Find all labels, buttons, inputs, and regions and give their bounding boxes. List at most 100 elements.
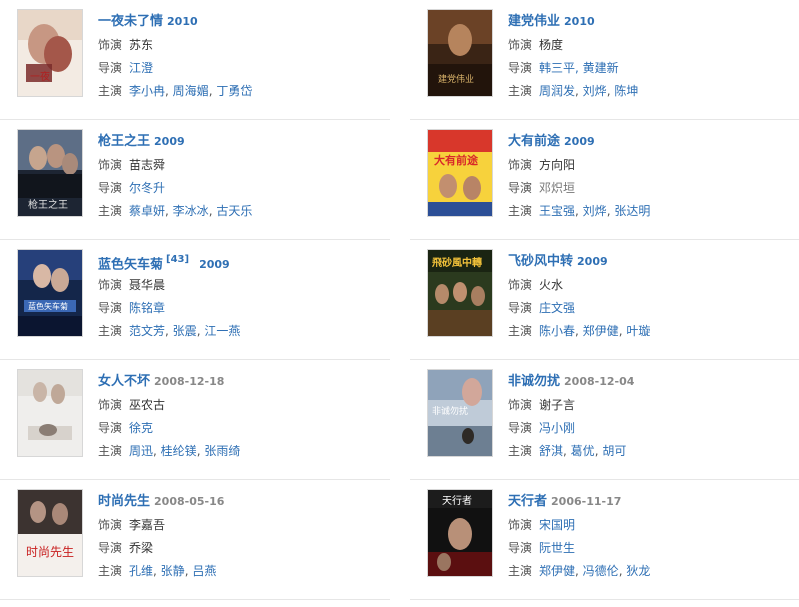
movie-title-link[interactable]: 枪王之王 bbox=[98, 134, 150, 149]
director-label: 导演 bbox=[98, 541, 123, 555]
cast-link[interactable]: 张达明 bbox=[614, 204, 650, 218]
role-link[interactable]: 宋国明 bbox=[539, 518, 575, 532]
movie-poster[interactable]: 非诚勿扰 bbox=[428, 370, 492, 456]
cast-link[interactable]: 冯德伦 bbox=[583, 564, 619, 578]
starring-label: 主演 bbox=[508, 204, 533, 218]
director-label: 导演 bbox=[508, 541, 533, 555]
director-label: 导演 bbox=[508, 421, 533, 435]
poster-image: 大有前途 bbox=[428, 130, 492, 216]
cast-link[interactable]: 叶璇 bbox=[626, 324, 650, 338]
movie-title-link[interactable]: 一夜未了情 bbox=[98, 14, 163, 29]
cast-link[interactable]: 吕燕 bbox=[192, 564, 216, 578]
movie-poster[interactable]: 飛砂風中轉 bbox=[428, 250, 492, 336]
cast-link[interactable]: 郑伊健 bbox=[583, 324, 619, 338]
svg-text:蓝色矢车菊: 蓝色矢车菊 bbox=[28, 301, 68, 311]
director-label: 导演 bbox=[508, 61, 533, 75]
poster-image: 蓝色矢车菊 bbox=[18, 250, 82, 336]
movie-year: 2009 bbox=[577, 255, 608, 268]
movie-title-link[interactable]: 大有前途 bbox=[508, 134, 560, 149]
movie-item: 非诚勿扰 非诚勿扰 2008-12-04 饰演 谢子言 导演 冯小刚 主演 舒淇, 葛优… bbox=[410, 360, 799, 480]
svg-text:建党伟业: 建党伟业 bbox=[438, 73, 474, 85]
cast-link[interactable]: 刘烨 bbox=[583, 204, 607, 218]
cast-link[interactable]: 蔡卓妍 bbox=[129, 204, 165, 218]
starring-label: 主演 bbox=[98, 564, 123, 578]
role-value: 苗志舜 bbox=[129, 158, 166, 172]
movie-title-link[interactable]: 天行者 bbox=[508, 494, 547, 509]
cast-link[interactable]: 陈小春 bbox=[539, 324, 575, 338]
movie-title-link[interactable]: 非诚勿扰 bbox=[508, 374, 560, 389]
svg-text:非诚勿扰: 非诚勿扰 bbox=[432, 405, 468, 417]
role-label: 饰演 bbox=[508, 518, 533, 532]
director-link[interactable]: 徐克 bbox=[129, 421, 153, 435]
role-label: 饰演 bbox=[508, 158, 533, 172]
movie-title-link[interactable]: 飞砂风中转 bbox=[508, 254, 573, 269]
cast-link[interactable]: 王宝强 bbox=[539, 204, 575, 218]
starring-label: 主演 bbox=[98, 204, 123, 218]
movie-poster[interactable]: 蓝色矢车菊 bbox=[18, 250, 82, 336]
role-value: 巫农古 bbox=[129, 398, 166, 412]
cast-link[interactable]: 孔维 bbox=[129, 564, 153, 578]
cast-link[interactable]: 周海媚 bbox=[173, 84, 209, 98]
filmography-left-column: 一夜 一夜未了情 2010 饰演 苏东 导演 江澄 主演 李小冉, 周海媚, 丁勇岱 bbox=[0, 0, 390, 600]
poster-image: 枪王之王 bbox=[18, 130, 82, 216]
director-value: 乔梁 bbox=[129, 541, 154, 555]
director-link[interactable]: 庄文强 bbox=[539, 301, 575, 315]
movie-year: 2009 bbox=[564, 135, 595, 148]
reference-link[interactable]: [43] bbox=[166, 254, 189, 265]
movie-title-link[interactable]: 女人不坏 bbox=[98, 374, 150, 389]
director-link[interactable]: 陈铭章 bbox=[129, 301, 165, 315]
role-value: 杨度 bbox=[539, 38, 564, 52]
cast-link[interactable]: 周迅 bbox=[129, 444, 153, 458]
role-value: 苏东 bbox=[129, 38, 154, 52]
cast-link[interactable]: 陈坤 bbox=[614, 84, 638, 98]
cast-link[interactable]: 张震 bbox=[173, 324, 197, 338]
cast-link[interactable]: 郑伊健 bbox=[539, 564, 575, 578]
role-label: 饰演 bbox=[508, 278, 533, 292]
cast-link[interactable]: 桂纶镁 bbox=[161, 444, 197, 458]
cast-link[interactable]: 古天乐 bbox=[216, 204, 252, 218]
cast-link[interactable]: 周润发 bbox=[539, 84, 575, 98]
cast-link[interactable]: 葛优 bbox=[571, 444, 595, 458]
cast-link[interactable]: 范文芳 bbox=[129, 324, 165, 338]
movie-poster[interactable]: 大有前途 bbox=[428, 130, 492, 216]
cast-link[interactable]: 李小冉 bbox=[129, 84, 165, 98]
starring-label: 主演 bbox=[508, 564, 533, 578]
cast-link[interactable]: 李冰冰 bbox=[173, 204, 209, 218]
director-link[interactable]: 韩三平, 黄建新 bbox=[539, 61, 619, 75]
cast-link[interactable]: 舒淇 bbox=[539, 444, 563, 458]
movie-item: 蓝色矢车菊 蓝色矢车菊 [43] 2009 饰演 聂华晨 导演 陈铭章 主演 范文芳, 张… bbox=[0, 240, 390, 360]
role-label: 饰演 bbox=[98, 158, 123, 172]
starring-label: 主演 bbox=[508, 324, 533, 338]
cast-link[interactable]: 狄龙 bbox=[626, 564, 650, 578]
cast-link[interactable]: 张雨绮 bbox=[204, 444, 240, 458]
movie-poster[interactable]: 天行者 bbox=[428, 490, 492, 576]
director-link[interactable]: 尔冬升 bbox=[129, 181, 165, 195]
director-link[interactable]: 冯小刚 bbox=[539, 421, 575, 435]
cast-link[interactable]: 江一燕 bbox=[204, 324, 240, 338]
movie-poster[interactable] bbox=[18, 370, 82, 456]
cast-link[interactable]: 胡可 bbox=[602, 444, 626, 458]
starring-label: 主演 bbox=[508, 444, 533, 458]
movie-poster[interactable]: 建党伟业 bbox=[428, 10, 492, 96]
role-value: 谢子言 bbox=[539, 398, 576, 412]
movie-title-link[interactable]: 时尚先生 bbox=[98, 494, 150, 509]
cast-link[interactable]: 丁勇岱 bbox=[216, 84, 252, 98]
movie-poster[interactable]: 枪王之王 bbox=[18, 130, 82, 216]
movie-poster[interactable]: 时尚先生 bbox=[18, 490, 82, 576]
movie-title-link[interactable]: 蓝色矢车菊 bbox=[98, 257, 163, 272]
movie-title-link[interactable]: 建党伟业 bbox=[508, 14, 560, 29]
svg-text:枪王之王: 枪王之王 bbox=[28, 198, 68, 211]
cast-link[interactable]: 刘烨 bbox=[583, 84, 607, 98]
director-label: 导演 bbox=[508, 301, 533, 315]
movie-item: 建党伟业 建党伟业 2010 饰演 杨度 导演 韩三平, 黄建新 主演 周润发, 刘烨,… bbox=[410, 0, 799, 120]
movie-item: 天行者 天行者 2006-11-17 饰演 宋国明 导演 阮世生 主演 郑伊健, 冯德伦… bbox=[410, 480, 799, 600]
movie-release-date: 2006-11-17 bbox=[551, 495, 622, 508]
movie-poster[interactable]: 一夜 bbox=[18, 10, 82, 96]
movie-year: 2010 bbox=[167, 15, 198, 28]
director-link[interactable]: 阮世生 bbox=[539, 541, 575, 555]
starring-label: 主演 bbox=[98, 84, 123, 98]
director-link[interactable]: 江澄 bbox=[129, 61, 153, 75]
cast-link[interactable]: 张静 bbox=[161, 564, 185, 578]
role-label: 饰演 bbox=[98, 38, 123, 52]
poster-image bbox=[18, 370, 82, 456]
